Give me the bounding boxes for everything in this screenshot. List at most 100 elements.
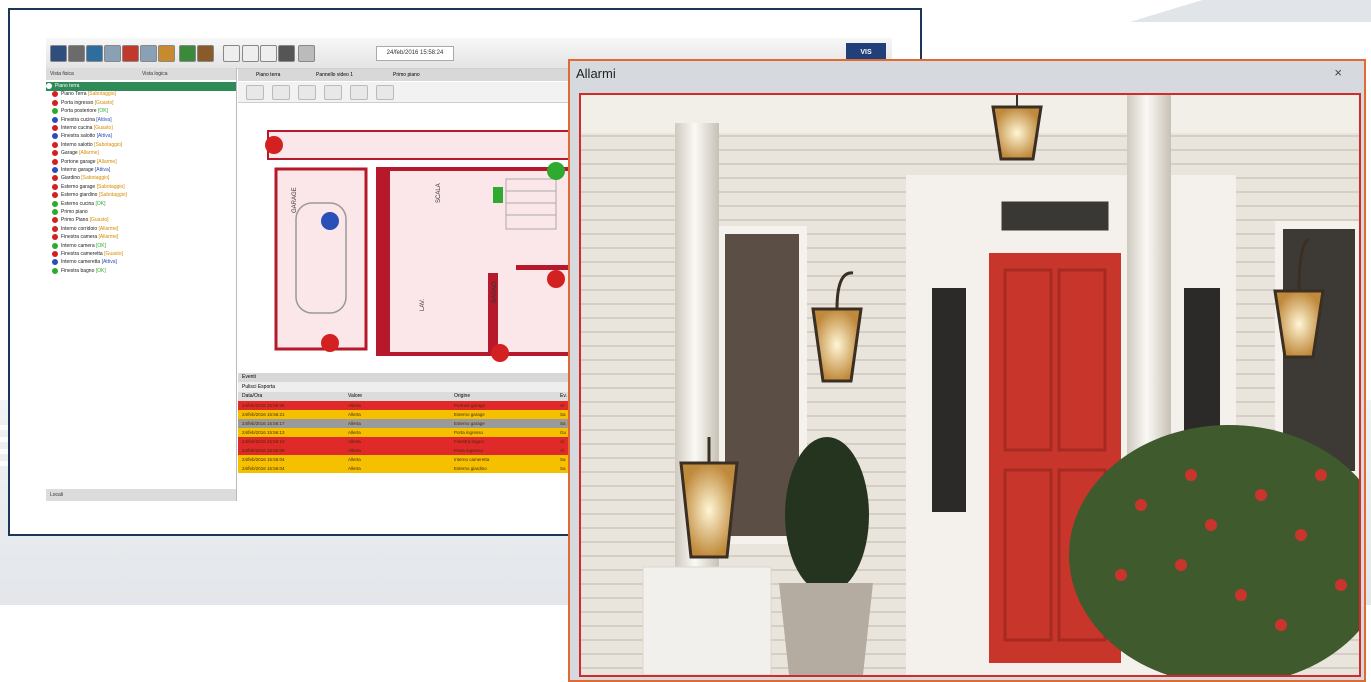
tree-item-label: Porta ingresso bbox=[61, 99, 94, 106]
status-dot bbox=[52, 225, 58, 232]
tree-item-label: Finestra salotto bbox=[61, 133, 96, 140]
grid-icon[interactable] bbox=[68, 45, 85, 62]
status-dot bbox=[52, 242, 58, 249]
table-cell-ev: Sa bbox=[560, 412, 566, 417]
table-cell-value: Allerta bbox=[348, 421, 361, 426]
tab-vista-logica[interactable]: Vista logica bbox=[142, 68, 167, 80]
room-label-lav: LAV. bbox=[420, 299, 426, 311]
porch-scene bbox=[581, 95, 1359, 675]
status-dot bbox=[52, 158, 58, 165]
table-cell-datetime: 24/feb/2016 15:56:21 bbox=[242, 412, 285, 417]
tree-item-label: Piano terra bbox=[55, 83, 80, 89]
sensor-icon[interactable] bbox=[547, 270, 565, 288]
table-cell-origin: Interno cameretta bbox=[454, 457, 490, 462]
table-cell-origin: Porta ingresso bbox=[454, 448, 484, 453]
status-dot bbox=[52, 217, 58, 224]
table-cell-ev: Al bbox=[560, 403, 565, 408]
table-cell-ev: Sa bbox=[560, 466, 566, 471]
tree-item-label: Porta posteriore bbox=[61, 108, 97, 115]
tree-item-status: [Guasto] bbox=[104, 251, 123, 257]
tree-item-status: [Guasto] bbox=[93, 125, 113, 131]
datetime-field[interactable]: 24/feb/2016 15:58:24 bbox=[376, 46, 454, 61]
camera-icon[interactable] bbox=[197, 45, 214, 62]
status-dot bbox=[46, 83, 52, 89]
search-button[interactable] bbox=[376, 85, 394, 100]
tree-item-label: Piano Terra bbox=[61, 91, 87, 98]
left-panel: Vista fisica Vista logica Piano terra Pia… bbox=[46, 68, 237, 501]
table-cell-datetime: 24/feb/2016 15:56:10 bbox=[242, 439, 285, 444]
window-icon[interactable] bbox=[223, 45, 240, 62]
window-icon[interactable] bbox=[242, 45, 259, 62]
tab-pannello-video[interactable]: Pannello video 1 bbox=[316, 69, 353, 81]
column-datetime[interactable]: Data/Ora bbox=[242, 392, 262, 401]
tree-item-label: Finestra cucina bbox=[61, 116, 95, 123]
tree-item-label: Interno salotto bbox=[61, 141, 93, 148]
status-dot bbox=[52, 200, 58, 207]
close-icon[interactable]: × bbox=[1334, 65, 1342, 80]
exit-icon bbox=[493, 187, 503, 203]
table-cell-value: Allerta bbox=[348, 457, 361, 462]
zoom-in-button[interactable] bbox=[246, 85, 264, 100]
tree-item-status: [Sabotaggio] bbox=[81, 175, 110, 182]
tree-item-status: [OK] bbox=[95, 200, 106, 207]
status-dot bbox=[52, 108, 58, 115]
panel-icon[interactable] bbox=[104, 45, 121, 62]
left-footer: Locali bbox=[46, 489, 236, 501]
status-dot bbox=[52, 91, 58, 98]
status-dot bbox=[52, 192, 58, 199]
search-button[interactable] bbox=[324, 85, 342, 100]
search-button[interactable] bbox=[298, 85, 316, 100]
tree-item-label: Finestra bagno bbox=[61, 267, 95, 274]
sensor-icon[interactable] bbox=[491, 344, 509, 362]
floorplan-wall bbox=[516, 265, 576, 270]
sensor-icon[interactable] bbox=[321, 212, 339, 230]
print-icon[interactable] bbox=[298, 45, 315, 62]
tree-item-status: [Attiva] bbox=[96, 116, 112, 123]
column-value[interactable]: Valore bbox=[348, 392, 362, 401]
tab-piano-terra[interactable]: Piano terra bbox=[256, 69, 280, 81]
tree-item-label: Interno garage bbox=[61, 167, 94, 173]
table-cell-datetime: 24/feb/2016 15:56:04 bbox=[242, 466, 285, 471]
tree-item-label: Portone garage bbox=[61, 158, 96, 165]
tree-item-status: [Sabotaggio] bbox=[94, 141, 123, 148]
table-cell-origin: Porta ingresso bbox=[454, 430, 484, 435]
column-event[interactable]: Ev. bbox=[560, 392, 567, 401]
table-cell-ev: Al bbox=[560, 448, 565, 453]
sidelight-window bbox=[1178, 282, 1226, 438]
sensor-icon[interactable] bbox=[321, 334, 339, 352]
tree-item-status: [Sabotaggio] bbox=[87, 91, 116, 98]
tree-item-label: Primo Piano bbox=[61, 217, 89, 224]
tree-item-status: [Guasto] bbox=[89, 217, 109, 224]
status-dot bbox=[52, 267, 58, 274]
column-origin[interactable]: Origine bbox=[454, 392, 470, 401]
search-button[interactable] bbox=[350, 85, 368, 100]
figure-icon[interactable] bbox=[158, 45, 175, 62]
panel-icon[interactable] bbox=[140, 45, 157, 62]
tab-primo-piano[interactable]: Primo piano bbox=[393, 69, 420, 81]
alarm-icon[interactable] bbox=[122, 45, 139, 62]
tree-icon[interactable] bbox=[86, 45, 103, 62]
room-label-scala: SCALA bbox=[436, 183, 442, 203]
topiary-shrub bbox=[785, 437, 869, 593]
table-cell-datetime: 24/feb/2016 15:56:25 bbox=[242, 403, 285, 408]
status-dot bbox=[52, 209, 58, 215]
sensor-icon[interactable] bbox=[265, 136, 283, 154]
lantern-pedestal bbox=[642, 566, 772, 675]
refresh-icon[interactable] bbox=[278, 45, 295, 62]
tree-item-label: Giardino bbox=[61, 175, 80, 182]
vehicle-icon[interactable] bbox=[50, 45, 67, 62]
tree-item-label: Interno cameretta bbox=[61, 259, 101, 266]
tab-vista-fisica[interactable]: Vista fisica bbox=[50, 68, 74, 80]
tree-item-label: Esterno cucina bbox=[61, 200, 95, 207]
tree-item-status: [OK] bbox=[95, 267, 106, 274]
users-icon[interactable] bbox=[179, 45, 196, 62]
tree-item-status: [Sabotaggio] bbox=[96, 183, 125, 190]
table-cell-datetime: 24/feb/2016 15:56:17 bbox=[242, 421, 285, 426]
window-icon[interactable] bbox=[260, 45, 277, 62]
table-cell-datetime: 24/feb/2016 15:56:04 bbox=[242, 457, 285, 462]
zoom-out-button[interactable] bbox=[272, 85, 290, 100]
sensor-icon[interactable] bbox=[547, 162, 565, 180]
table-cell-value: Allerta bbox=[348, 448, 361, 453]
alarm-window-title: Allarmi bbox=[576, 66, 616, 81]
tree-item-label: Garage bbox=[61, 150, 78, 157]
